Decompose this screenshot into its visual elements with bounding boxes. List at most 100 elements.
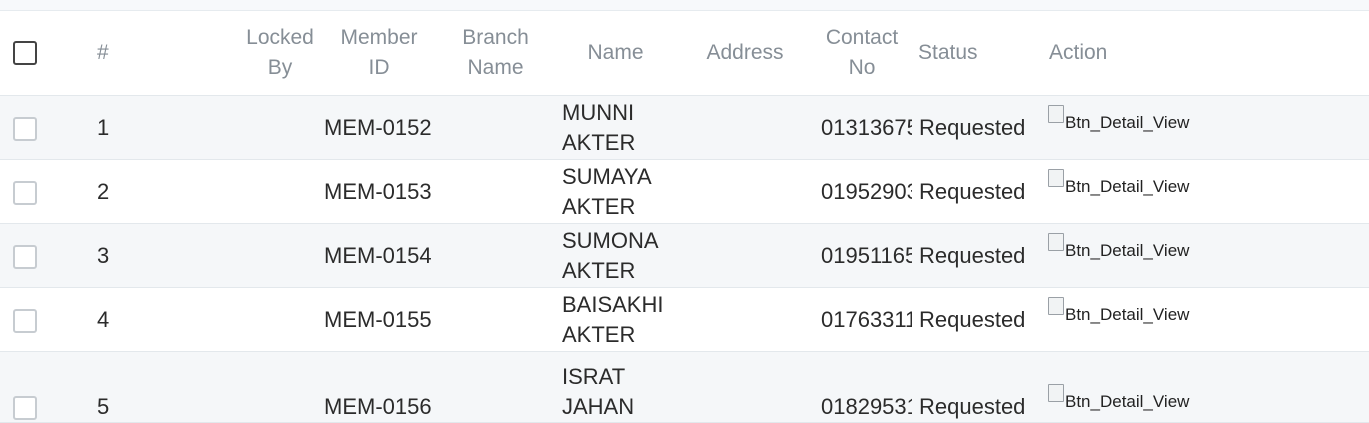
row-select-cell — [0, 287, 83, 352]
row-select-cell — [0, 351, 83, 423]
row-member-id: MEM-0154 — [320, 223, 438, 288]
row-number: 3 — [83, 223, 240, 288]
row-locked-by — [240, 159, 320, 224]
row-branch-name — [438, 159, 553, 224]
row-name: BAISAKHI AKTER — [553, 287, 678, 352]
header-member-id-label: Member ID — [340, 26, 418, 79]
row-name: ISRAT JAHAN — [553, 351, 678, 423]
row-name-first: ISRAT — [562, 364, 626, 389]
row-branch-name — [438, 351, 553, 423]
detail-view-button[interactable]: Btn_Detail_View — [1048, 384, 1190, 412]
row-select-cell — [0, 159, 83, 224]
header-locked-by-label: Locked By — [246, 26, 314, 79]
row-select-cell — [0, 95, 83, 160]
row-checkbox[interactable] — [13, 244, 37, 269]
header-member-id[interactable]: Member ID — [320, 11, 438, 96]
row-action-cell: Btn_Detail_View — [1046, 95, 1369, 160]
header-number[interactable]: # — [83, 11, 240, 96]
row-status: Requested — [912, 223, 1046, 288]
detail-view-button[interactable]: Btn_Detail_View — [1048, 104, 1190, 133]
detail-view-button[interactable]: Btn_Detail_View — [1048, 232, 1190, 261]
header-contact-no-label: Contact No — [825, 26, 899, 79]
row-name: SUMONA AKTER — [553, 223, 678, 288]
detail-view-alt-text: Btn_Detail_View — [1065, 240, 1190, 260]
row-member-id: MEM-0156 — [320, 351, 438, 423]
row-branch-name — [438, 95, 553, 160]
detail-view-button[interactable]: Btn_Detail_View — [1048, 168, 1189, 197]
detail-view-alt-text: Btn_Detail_View — [1065, 112, 1190, 132]
row-branch-name — [438, 287, 553, 352]
header-name[interactable]: Name — [553, 11, 678, 96]
detail-view-button[interactable]: Btn_Detail_View — [1048, 296, 1190, 325]
row-checkbox[interactable] — [13, 180, 37, 205]
row-contact: 017633117 — [812, 287, 912, 352]
row-name-last: AKTER — [562, 257, 636, 283]
row-address — [678, 287, 812, 352]
row-number: 4 — [83, 287, 240, 352]
row-select-cell — [0, 223, 83, 288]
row-contact: 019529030 — [812, 159, 912, 224]
row-locked-by — [240, 95, 320, 160]
row-address — [678, 351, 812, 423]
table-row[interactable]: 4 MEM-0155 BAISAKHI AKTER 017633117 Reque… — [0, 287, 1369, 352]
row-address — [678, 159, 812, 224]
row-address — [678, 223, 812, 288]
broken-image-icon — [1048, 232, 1064, 251]
row-name: SUMAYA AKTER — [553, 159, 678, 224]
top-bar — [0, 0, 1369, 11]
row-status: Requested — [912, 95, 1046, 160]
row-name-first: SUMONA — [562, 227, 659, 253]
row-action-cell: Btn_Detail_View — [1046, 287, 1369, 352]
row-status: Requested — [912, 287, 1046, 352]
row-name-last: AKTER — [562, 193, 636, 219]
row-action-cell: Btn_Detail_View — [1046, 351, 1369, 423]
header-branch-name-label: Branch Name — [462, 26, 529, 79]
table-header-row: # Locked By Member ID Branch Name Name A… — [0, 11, 1369, 96]
row-branch-name — [438, 223, 553, 288]
members-table: # Locked By Member ID Branch Name Name A… — [0, 11, 1369, 423]
row-number: 2 — [83, 159, 240, 224]
row-name-first: SUMAYA — [562, 163, 652, 189]
row-locked-by — [240, 351, 320, 423]
broken-image-icon — [1048, 104, 1064, 123]
header-action: Action — [1046, 11, 1369, 96]
row-locked-by — [240, 223, 320, 288]
row-status: Requested — [912, 351, 1046, 423]
header-status[interactable]: Status — [912, 11, 1046, 96]
detail-view-alt-text: Btn_Detail_View — [1065, 304, 1190, 324]
row-locked-by — [240, 287, 320, 352]
row-checkbox[interactable] — [13, 116, 37, 141]
row-member-id: MEM-0153 — [320, 159, 438, 224]
row-contact: 019511655 — [812, 223, 912, 288]
row-name: MUNNI AKTER — [553, 95, 678, 160]
detail-view-alt-text: Btn_Detail_View — [1065, 392, 1190, 411]
header-address[interactable]: Address — [678, 11, 812, 96]
broken-image-icon — [1048, 296, 1064, 315]
row-action-cell: Btn_Detail_View — [1046, 159, 1369, 224]
row-name-last: AKTER — [562, 129, 636, 155]
row-number: 1 — [83, 95, 240, 160]
row-name-last: AKTER — [562, 321, 636, 347]
row-name-first: BAISAKHI — [562, 291, 664, 317]
header-locked-by[interactable]: Locked By — [240, 11, 320, 96]
row-number: 5 — [83, 351, 240, 423]
table-row[interactable]: 5 MEM-0156 ISRAT JAHAN 018295315 Requeste… — [0, 351, 1369, 423]
row-action-cell: Btn_Detail_View — [1046, 223, 1369, 288]
select-all-cell — [0, 11, 83, 96]
row-name-last: JAHAN — [562, 394, 635, 419]
select-all-checkbox[interactable] — [13, 41, 37, 66]
row-address — [678, 95, 812, 160]
row-checkbox[interactable] — [13, 396, 37, 421]
row-member-id: MEM-0155 — [320, 287, 438, 352]
header-contact-no[interactable]: Contact No — [812, 11, 912, 96]
row-name-first: MUNNI — [562, 99, 635, 125]
row-checkbox[interactable] — [13, 308, 37, 333]
row-status: Requested — [912, 159, 1046, 224]
row-contact: 013136755 — [812, 95, 912, 160]
table-row[interactable]: 3 MEM-0154 SUMONA AKTER 019511655 Request… — [0, 223, 1369, 288]
row-contact: 018295315 — [812, 351, 912, 423]
table-row[interactable]: 1 MEM-0152 MUNNI AKTER 013136755 Requeste… — [0, 95, 1369, 160]
broken-image-icon — [1048, 384, 1064, 402]
header-branch-name[interactable]: Branch Name — [438, 11, 553, 96]
table-row[interactable]: 2 MEM-0153 SUMAYA AKTER 019529030 Request… — [0, 159, 1369, 224]
